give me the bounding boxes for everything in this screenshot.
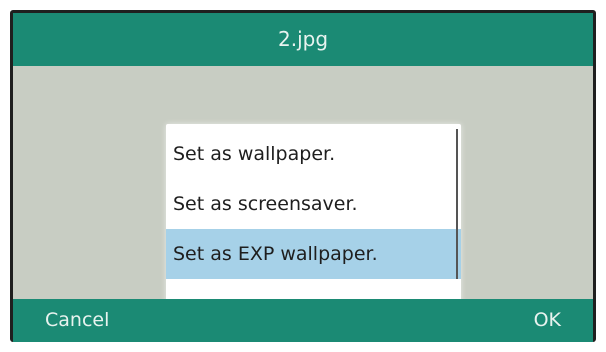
title-bar: 2.jpg xyxy=(13,13,593,66)
menu-scrollbar[interactable] xyxy=(456,129,458,279)
menu-item-set-exp-wallpaper[interactable]: Set as EXP wallpaper. xyxy=(166,229,461,279)
menu-item-set-wallpaper[interactable]: Set as wallpaper. xyxy=(166,129,461,179)
ok-softkey[interactable]: OK xyxy=(534,299,561,342)
menu-item-set-screensaver[interactable]: Set as screensaver. xyxy=(166,179,461,229)
screen-title: 2.jpg xyxy=(277,27,329,51)
content-area: Set as wallpaper. Set as screensaver. Se… xyxy=(13,66,593,322)
options-menu: Set as wallpaper. Set as screensaver. Se… xyxy=(166,124,461,322)
phone-screen: 2.jpg Set as wallpaper. Set as screensav… xyxy=(10,10,596,342)
cancel-softkey[interactable]: Cancel xyxy=(45,299,109,342)
softkey-bar: Cancel OK xyxy=(13,299,593,342)
